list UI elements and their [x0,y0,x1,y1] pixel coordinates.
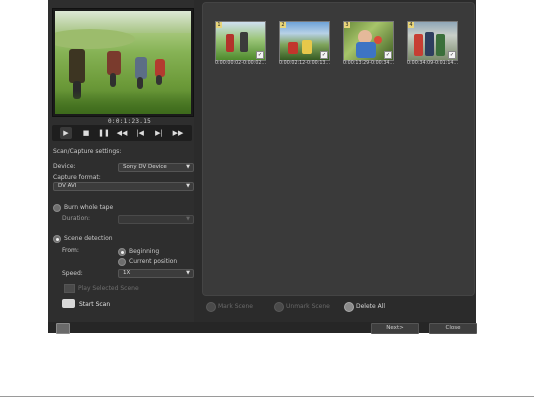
checkbox-checked-icon[interactable]: ✓ [448,51,456,59]
fast-forward-icon[interactable]: ▶▶ [172,127,184,139]
options-icon[interactable] [56,323,70,334]
duration-label: Duration: [62,215,91,222]
delete-all-button[interactable]: Delete All [356,303,385,310]
burn-whole-tape-radio[interactable] [53,204,61,212]
duration-select[interactable]: ▼ [118,215,194,224]
unmark-scene-icon [274,302,284,312]
camera-icon [62,299,75,308]
start-scan-button[interactable]: Start Scan [79,301,110,308]
mark-scene-button[interactable]: Mark Scene [218,303,253,310]
device-select[interactable]: Sony DV Device ▼ [118,163,194,172]
speed-label: Speed: [62,270,83,277]
next-icon[interactable]: ▶| [153,127,165,139]
pause-icon[interactable]: ❚❚ [98,127,110,139]
scene-list-panel: 1 ✓ 0:00:00:02-0:00:02... 2 ✓ 0:00:02:12… [202,2,475,296]
scene-number: 3 [344,22,350,28]
footer-bar: Next> Close [48,322,477,334]
chevron-down-icon: ▼ [186,164,190,170]
stop-icon[interactable]: ■ [80,127,92,139]
from-beginning-label: Beginning [129,248,160,255]
speed-select[interactable]: 1X ▼ [118,269,194,278]
checkbox-checked-icon[interactable]: ✓ [256,51,264,59]
play-selected-scene-button[interactable]: Play Selected Scene [78,285,139,292]
scene-thumbnail[interactable]: 2 ✓ [279,21,330,61]
capture-format-label: Capture format: [53,174,101,181]
device-select-value: Sony DV Device [123,164,167,170]
video-preview [52,8,194,117]
chevron-down-icon: ▼ [186,183,190,189]
timecode-display: 0:0:1:23.15 [108,118,152,125]
checkbox-checked-icon[interactable]: ✓ [320,51,328,59]
from-current-radio[interactable] [118,258,126,266]
capture-format-select[interactable]: DV AVI ▼ [53,182,194,191]
divider [0,396,534,397]
unmark-scene-button[interactable]: Unmark Scene [286,303,330,310]
capture-format-value: DV AVI [58,183,77,189]
burn-whole-tape-label: Burn whole tape [64,204,114,211]
play-scene-icon [64,284,75,293]
scene-detection-label: Scene detection [64,235,113,242]
preview-frame-image [55,11,191,114]
settings-heading: Scan/Capture settings: [53,148,122,155]
scene-thumbnail[interactable]: 4 ✓ [407,21,458,61]
speed-value: 1X [123,270,131,276]
chevron-down-icon: ▼ [186,216,190,222]
close-button[interactable]: Close [429,323,477,334]
play-icon[interactable]: ▶ [60,127,72,139]
from-current-label: Current position [129,258,178,265]
playback-controls: ▶ ■ ❚❚ ◀◀ |◀ ▶| ▶▶ [52,125,192,141]
device-label: Device: [53,163,76,170]
chevron-down-icon: ▼ [186,270,190,276]
from-label: From: [62,247,79,254]
checkbox-checked-icon[interactable]: ✓ [384,51,392,59]
scene-number: 2 [280,22,286,28]
scene-thumbnail[interactable]: 1 ✓ [215,21,266,61]
scene-number: 4 [408,22,414,28]
scene-number: 1 [216,22,222,28]
rewind-icon[interactable]: ◀◀ [116,127,128,139]
scene-timecode: 0:00:34:09-0:01:14... [407,61,459,66]
mark-scene-icon [206,302,216,312]
previous-icon[interactable]: |◀ [134,127,146,139]
from-beginning-radio[interactable] [118,248,126,256]
scene-timecode: 0:00:02:12-0:00:13... [279,61,331,66]
scene-thumbnail[interactable]: 3 ✓ [343,21,394,61]
scene-detection-radio[interactable] [53,235,61,243]
delete-icon [344,302,354,312]
scene-timecode: 0:00:13:29-0:00:34... [343,61,395,66]
next-button[interactable]: Next> [371,323,419,334]
left-panel: 0:0:1:23.15 ▶ ■ ❚❚ ◀◀ |◀ ▶| ▶▶ Scan/Capt… [48,0,194,322]
scene-timecode: 0:00:00:02-0:00:02... [215,61,267,66]
scan-capture-window: 0:0:1:23.15 ▶ ■ ❚❚ ◀◀ |◀ ▶| ▶▶ Scan/Capt… [48,0,477,334]
